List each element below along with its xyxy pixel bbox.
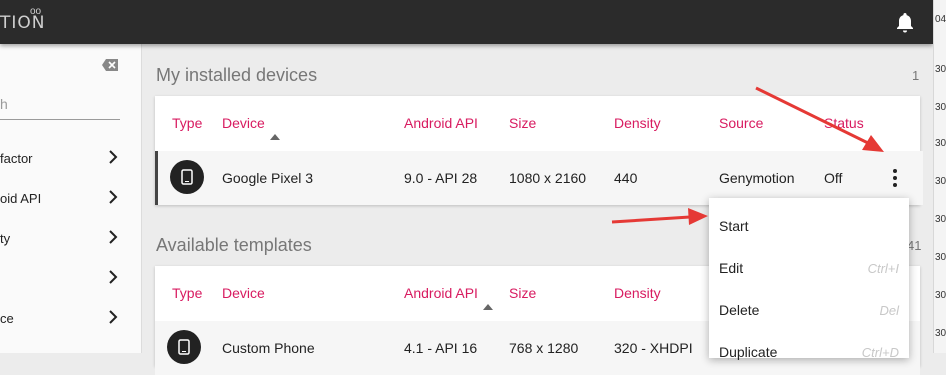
chevron-right-icon	[108, 190, 118, 204]
sort-ascending-icon	[269, 134, 280, 140]
column-density[interactable]: Density	[614, 285, 661, 301]
installed-devices-title: My installed devices	[156, 65, 318, 85]
sort-ascending-icon	[482, 304, 493, 310]
strip-text: 30	[935, 138, 946, 149]
column-source[interactable]: Source	[719, 115, 763, 131]
menu-item-start[interactable]: Start	[709, 206, 909, 246]
chevron-right-icon	[108, 230, 118, 244]
top-bar: TION oo	[0, 0, 933, 44]
phone-icon	[170, 160, 204, 194]
template-size: 768 x 1280	[509, 340, 579, 356]
column-android-api: Android API	[404, 285, 478, 301]
column-device[interactable]: Device	[222, 285, 265, 301]
column-type[interactable]: Type	[172, 285, 202, 301]
strip-text: 30	[935, 102, 946, 113]
device-source: Genymotion	[719, 170, 795, 186]
column-size[interactable]: Size	[509, 115, 536, 131]
menu-item-label: Start	[719, 218, 749, 234]
available-templates-title: Available templates	[156, 235, 312, 255]
column-status[interactable]: Status	[824, 115, 864, 131]
filter-label: ty	[0, 231, 11, 246]
column-android-api-wrap[interactable]: Android API	[404, 285, 493, 310]
template-api: 4.1 - API 16	[404, 340, 478, 356]
filter-sidebar: h factor oid API ty ce	[0, 44, 142, 353]
menu-item-delete[interactable]: Delete Del	[709, 290, 909, 330]
menu-item-duplicate[interactable]: Duplicate Ctrl+D	[709, 332, 909, 372]
menu-item-label: Edit	[719, 260, 744, 276]
menu-item-label: Delete	[719, 302, 760, 318]
device-context-menu: Start Edit Ctrl+I Delete Del Duplicate C…	[709, 198, 909, 360]
template-name: Custom Phone	[222, 340, 315, 356]
column-size[interactable]: Size	[509, 285, 536, 301]
column-device-wrap[interactable]: Device	[222, 115, 280, 140]
strip-text: 30	[935, 176, 946, 187]
available-templates-count: 41	[907, 238, 922, 253]
column-android-api[interactable]: Android API	[404, 115, 478, 131]
more-options-icon[interactable]	[892, 168, 898, 188]
strip-text: 04	[935, 14, 946, 25]
strip-text: 30	[935, 214, 946, 225]
device-size: 1080 x 2160	[509, 170, 587, 186]
clear-search-icon[interactable]	[102, 58, 118, 71]
column-density[interactable]: Density	[614, 115, 661, 131]
menu-item-shortcut: Ctrl+I	[867, 261, 899, 276]
device-density: 440	[614, 170, 638, 186]
filter-form-factor[interactable]: factor	[0, 148, 126, 172]
search-input[interactable]: h	[0, 94, 120, 120]
strip-text: 30	[935, 290, 946, 301]
filter-label: factor	[0, 151, 33, 166]
chevron-right-icon	[108, 270, 118, 284]
chevron-right-icon	[108, 310, 118, 324]
filter-label: oid API	[0, 191, 42, 206]
strip-text: 30	[935, 328, 946, 339]
template-density: 320 - XHDPI	[614, 340, 693, 356]
phone-icon	[167, 330, 201, 364]
table-header: Type Device Android API Size Density Sou…	[155, 96, 920, 150]
filter-source[interactable]: ce	[0, 308, 126, 332]
adjacent-window-strip: 04 30 30 30 30 30 30 30 30	[933, 0, 946, 353]
column-type[interactable]: Type	[172, 115, 202, 131]
strip-text: 30	[935, 64, 946, 75]
filter-density[interactable]: ty	[0, 228, 126, 252]
menu-item-label: Duplicate	[719, 344, 778, 360]
app-logo-suffix: oo	[30, 6, 42, 17]
strip-text: 30	[935, 252, 946, 263]
filter-label: ce	[0, 311, 14, 326]
device-name: Google Pixel 3	[222, 170, 314, 186]
filter-android-api[interactable]: oid API	[0, 188, 126, 212]
column-device: Device	[222, 115, 265, 131]
device-status: Off	[824, 170, 843, 186]
filter-item[interactable]	[0, 268, 126, 292]
menu-item-shortcut: Del	[879, 303, 899, 318]
chevron-right-icon	[108, 150, 118, 164]
installed-devices-count: 1	[912, 68, 920, 83]
menu-item-edit[interactable]: Edit Ctrl+I	[709, 248, 909, 288]
device-api: 9.0 - API 28	[404, 170, 478, 186]
table-row[interactable]: Google Pixel 3 9.0 - API 28 1080 x 2160 …	[155, 151, 923, 205]
bell-icon[interactable]	[895, 12, 915, 34]
installed-devices-table: Type Device Android API Size Density Sou…	[155, 96, 923, 205]
